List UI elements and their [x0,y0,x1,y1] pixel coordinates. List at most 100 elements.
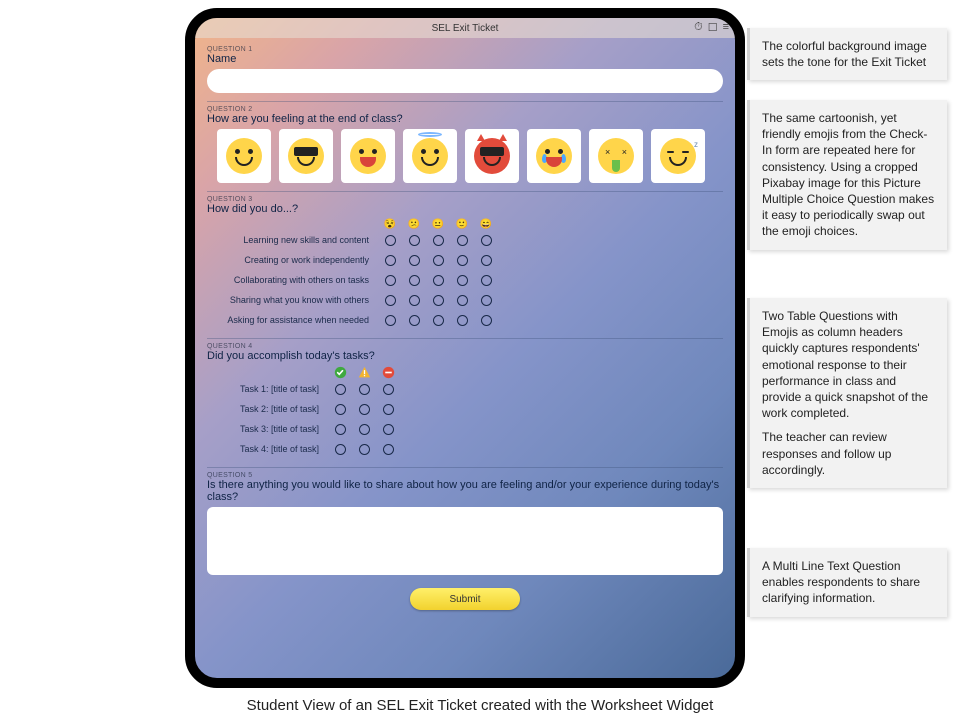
callout-multiline: A Multi Line Text Question enables respo… [747,548,947,617]
radio-option[interactable] [481,295,492,306]
radio-option[interactable] [335,384,346,395]
column-emoji-icon: 😕 [403,219,425,230]
partial-icon [353,366,375,379]
radio-option[interactable] [409,275,420,286]
matrix-row: Sharing what you know with others [207,290,723,310]
emoji-devil[interactable] [465,129,519,183]
radio-option[interactable] [385,255,396,266]
emoji-sick[interactable]: ×× [589,129,643,183]
tablet-frame: SEL Exit Ticket ⏱ ☐ ≡ QUESTION 1 Name QU… [185,8,745,688]
radio-option[interactable] [359,424,370,435]
box-icon[interactable]: ☐ [708,21,718,34]
divider [207,338,723,339]
radio-option[interactable] [383,404,394,415]
radio-option[interactable] [457,275,468,286]
callout-background: The colorful background image sets the t… [747,28,947,80]
name-input[interactable] [207,69,723,93]
radio-option[interactable] [385,295,396,306]
radio-option[interactable] [409,295,420,306]
matrix-row: Task 3: [title of task] [207,419,723,439]
callout-emojis: The same cartoonish, yet friendly emojis… [747,100,947,250]
matrix-row: Collaborating with others on tasks [207,270,723,290]
radio-option[interactable] [433,275,444,286]
radio-option[interactable] [383,444,394,455]
emoji-smiling[interactable] [217,129,271,183]
radio-option[interactable] [385,275,396,286]
radio-option[interactable] [383,424,394,435]
q5-title: Is there anything you would like to shar… [207,479,723,503]
matrix-row: Task 2: [title of task] [207,399,723,419]
emoji-cool-sunglasses[interactable] [279,129,333,183]
q4-title: Did you accomplish today's tasks? [207,350,723,362]
radio-option[interactable] [457,255,468,266]
radio-option[interactable] [433,295,444,306]
emoji-crying[interactable] [527,129,581,183]
row-label: Task 2: [title of task] [207,404,327,414]
radio-option[interactable] [481,235,492,246]
matrix-row: Creating or work independently [207,250,723,270]
radio-option[interactable] [433,255,444,266]
matrix-row: Asking for assistance when needed [207,310,723,330]
radio-option[interactable] [433,315,444,326]
column-emoji-icon: 🙂 [451,219,473,230]
radio-option[interactable] [383,384,394,395]
row-label: Asking for assistance when needed [207,315,377,325]
q5-label: QUESTION 5 [207,472,723,479]
matrix-row: Task 4: [title of task] [207,439,723,459]
q4-matrix: Task 1: [title of task] Task 2: [title of… [207,366,723,459]
column-emoji-icon: 😄 [475,219,497,230]
radio-option[interactable] [481,275,492,286]
radio-option[interactable] [359,404,370,415]
done-icon [329,366,351,379]
row-label: Task 4: [title of task] [207,444,327,454]
submit-button[interactable]: Submit [410,588,520,610]
q3-label: QUESTION 3 [207,196,723,203]
emoji-angel[interactable] [403,129,457,183]
radio-option[interactable] [359,384,370,395]
radio-option[interactable] [457,295,468,306]
column-emoji-icon: 😵 [379,219,401,230]
q3-matrix: 😵😕😐🙂😄 Learning new skills and content Crea… [207,219,723,330]
row-label: Task 1: [title of task] [207,384,327,394]
form-content: QUESTION 1 Name QUESTION 2 How are you f… [195,38,735,678]
radio-option[interactable] [481,315,492,326]
radio-option[interactable] [359,444,370,455]
radio-option[interactable] [335,404,346,415]
emoji-laughing[interactable] [341,129,395,183]
column-emoji-icon: 😐 [427,219,449,230]
q1-title: Name [207,53,723,65]
radio-option[interactable] [433,235,444,246]
radio-option[interactable] [385,235,396,246]
row-label: Creating or work independently [207,255,377,265]
q1-label: QUESTION 1 [207,46,723,53]
app-title: SEL Exit Ticket [432,23,499,34]
emoji-choice-row: ×× z [207,129,723,183]
radio-option[interactable] [457,315,468,326]
row-label: Collaborating with others on tasks [207,275,377,285]
clock-icon[interactable]: ⏱ [694,21,703,34]
figure-caption: Student View of an SEL Exit Ticket creat… [0,697,960,714]
row-label: Learning new skills and content [207,235,377,245]
not-done-icon [377,366,399,379]
title-bar: SEL Exit Ticket ⏱ ☐ ≡ [195,18,735,38]
share-textarea[interactable] [207,507,723,575]
row-label: Task 3: [title of task] [207,424,327,434]
matrix-row: Learning new skills and content [207,230,723,250]
divider [207,191,723,192]
radio-option[interactable] [481,255,492,266]
radio-option[interactable] [457,235,468,246]
radio-option[interactable] [335,444,346,455]
radio-option[interactable] [335,424,346,435]
menu-icon[interactable]: ≡ [723,21,729,34]
divider [207,101,723,102]
q2-title: How are you feeling at the end of class? [207,113,723,125]
radio-option[interactable] [409,235,420,246]
divider [207,467,723,468]
radio-option[interactable] [409,255,420,266]
emoji-sleepy[interactable]: z [651,129,705,183]
radio-option[interactable] [409,315,420,326]
row-label: Sharing what you know with others [207,295,377,305]
radio-option[interactable] [385,315,396,326]
q4-label: QUESTION 4 [207,343,723,350]
q3-title: How did you do...? [207,203,723,215]
